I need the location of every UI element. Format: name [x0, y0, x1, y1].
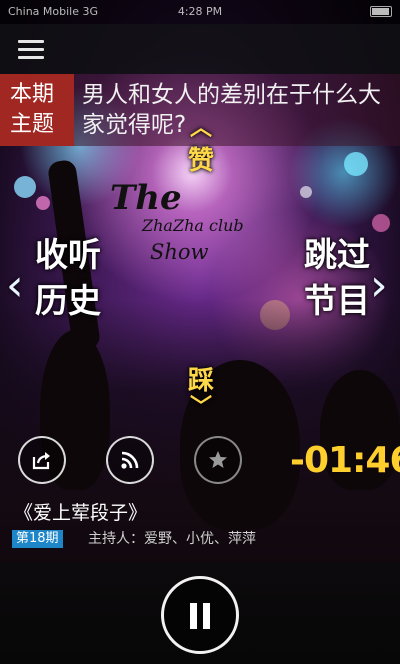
- topic-tag: 本期 主题: [0, 74, 74, 146]
- topic-question: 男人和女人的差别在于什么大家觉得呢?: [82, 82, 381, 138]
- topic-tag-line1: 本期: [10, 82, 55, 107]
- clock: 4:28 PM: [177, 5, 223, 18]
- chevron-down-icon: ﹀: [189, 395, 212, 420]
- show-logo: The ZhaZha club Show: [98, 178, 298, 274]
- program-title: 《爱上荤段子》: [14, 502, 148, 524]
- chevron-right-icon[interactable]: ›: [370, 260, 388, 311]
- topic-tag-line2: 主题: [10, 112, 55, 137]
- logo-show: Show: [150, 240, 209, 264]
- episode-badge: 第18期: [12, 530, 63, 548]
- share-icon: [32, 452, 50, 470]
- pause-icon: [190, 603, 197, 629]
- hamburger-icon[interactable]: [18, 40, 44, 60]
- app-bar: [0, 24, 400, 74]
- dislike-label: 踩: [187, 366, 214, 396]
- star-icon: [209, 451, 227, 468]
- rss-icon: [121, 451, 139, 469]
- like-label: 赞: [187, 146, 214, 176]
- battery-icon: [370, 6, 392, 17]
- pause-icon-bar: [203, 603, 210, 629]
- history-gesture[interactable]: 收听 历史: [8, 232, 128, 324]
- rss-button[interactable]: [106, 436, 154, 484]
- history-label-line2: 历史: [35, 281, 101, 320]
- status-bar: China Mobile 3G 4:28 PM: [0, 0, 400, 24]
- countdown-timer: -01:46: [290, 440, 400, 481]
- hosts-label: 主持人：爱野、小优、萍萍: [88, 531, 256, 547]
- pause-button[interactable]: [161, 576, 239, 654]
- logo-the: The: [110, 178, 182, 218]
- history-label-line1: 收听: [35, 235, 101, 274]
- dislike-gesture[interactable]: 踩 ﹀: [176, 360, 226, 419]
- favorite-button[interactable]: [194, 436, 242, 484]
- share-button[interactable]: [18, 436, 66, 484]
- like-gesture[interactable]: ︿ 赞: [176, 118, 226, 177]
- logo-club: ZhaZha club: [142, 216, 244, 235]
- chevron-up-icon: ︿: [189, 116, 212, 141]
